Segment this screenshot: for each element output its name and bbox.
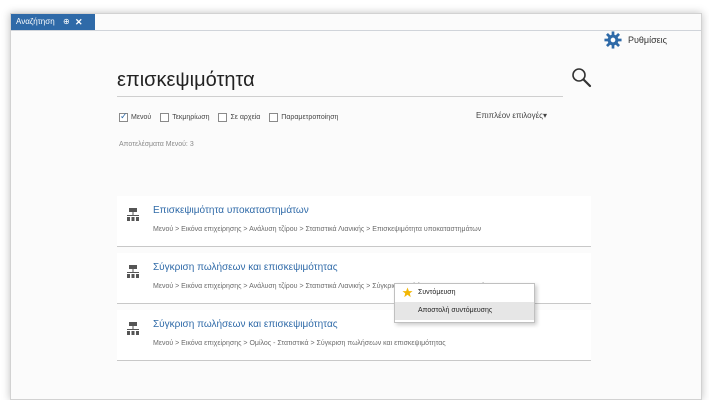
result-list: Επισκεψιμότητα υποκαταστημάτων Μενού > Ε… — [117, 196, 591, 367]
close-icon[interactable]: ✕ — [75, 14, 83, 30]
tab-search[interactable]: Αναζήτηση ⊕ ✕ — [11, 14, 95, 30]
filter-customization[interactable]: Παραμετροποίηση — [269, 112, 339, 122]
filter-documentation[interactable]: Τεκμηρίωση — [160, 112, 210, 122]
search-icon[interactable] — [570, 66, 592, 88]
tab-bar: Αναζήτηση ⊕ ✕ — [11, 14, 701, 31]
filter-menu[interactable]: Μενού — [119, 111, 152, 122]
pin-icon[interactable]: ⊕ — [63, 14, 70, 30]
star-icon — [402, 287, 413, 298]
results-count: Αποτελέσματα Μενού: 3 — [119, 141, 194, 148]
context-item-label: Αποστολή συντόμευσης — [418, 307, 493, 314]
context-item-send-shortcut[interactable]: Αποστολή συντόμευσης — [395, 302, 534, 320]
settings-button[interactable]: Ρυθμίσεις — [604, 31, 667, 49]
menu-tree-icon — [127, 265, 139, 278]
filter-customization-checkbox[interactable] — [269, 112, 279, 122]
result-path: Μενού > Εικόνα επιχείρησης > Ομίλος - Στ… — [153, 340, 446, 347]
result-item[interactable]: Επισκεψιμότητα υποκαταστημάτων Μενού > Ε… — [117, 196, 591, 247]
menu-tree-icon — [127, 322, 139, 335]
gear-icon — [604, 31, 622, 49]
filter-documentation-checkbox[interactable] — [160, 112, 170, 122]
result-title[interactable]: Σύγκριση πωλήσεων και επισκεψιμότητας — [153, 319, 338, 330]
settings-label: Ρυθμίσεις — [628, 35, 668, 45]
result-title[interactable]: Σύγκριση πωλήσεων και επισκεψιμότητας — [153, 262, 338, 273]
filter-files-checkbox[interactable] — [218, 112, 228, 122]
filter-menu-label: Μενού — [131, 113, 152, 121]
result-title[interactable]: Επισκεψιμότητα υποκαταστημάτων — [153, 205, 309, 216]
result-path: Μενού > Εικόνα επιχείρησης > Ανάλυση τζί… — [153, 226, 482, 233]
filter-customization-label: Παραμετροποίηση — [281, 113, 339, 121]
menu-tree-icon — [127, 208, 139, 221]
filter-files-label: Σε αρχεία — [230, 113, 261, 121]
context-item-label: Συντόμευση — [418, 289, 456, 296]
tab-label: Αναζήτηση — [16, 17, 55, 26]
filter-documentation-label: Τεκμηρίωση — [172, 113, 210, 121]
search-input[interactable] — [117, 66, 557, 94]
filter-files[interactable]: Σε αρχεία — [218, 112, 261, 122]
filter-options: Μενού Τεκμηρίωση Σε αρχεία Παραμετροποίη… — [119, 111, 347, 123]
filter-menu-checkbox[interactable] — [119, 111, 128, 122]
search-field — [117, 66, 563, 97]
more-options-button[interactable]: Επιπλέον επιλογές▾ — [476, 111, 547, 120]
context-menu: Συντόμευση Αποστολή συντόμευσης — [394, 283, 535, 323]
context-item-shortcut[interactable]: Συντόμευση — [395, 284, 534, 302]
